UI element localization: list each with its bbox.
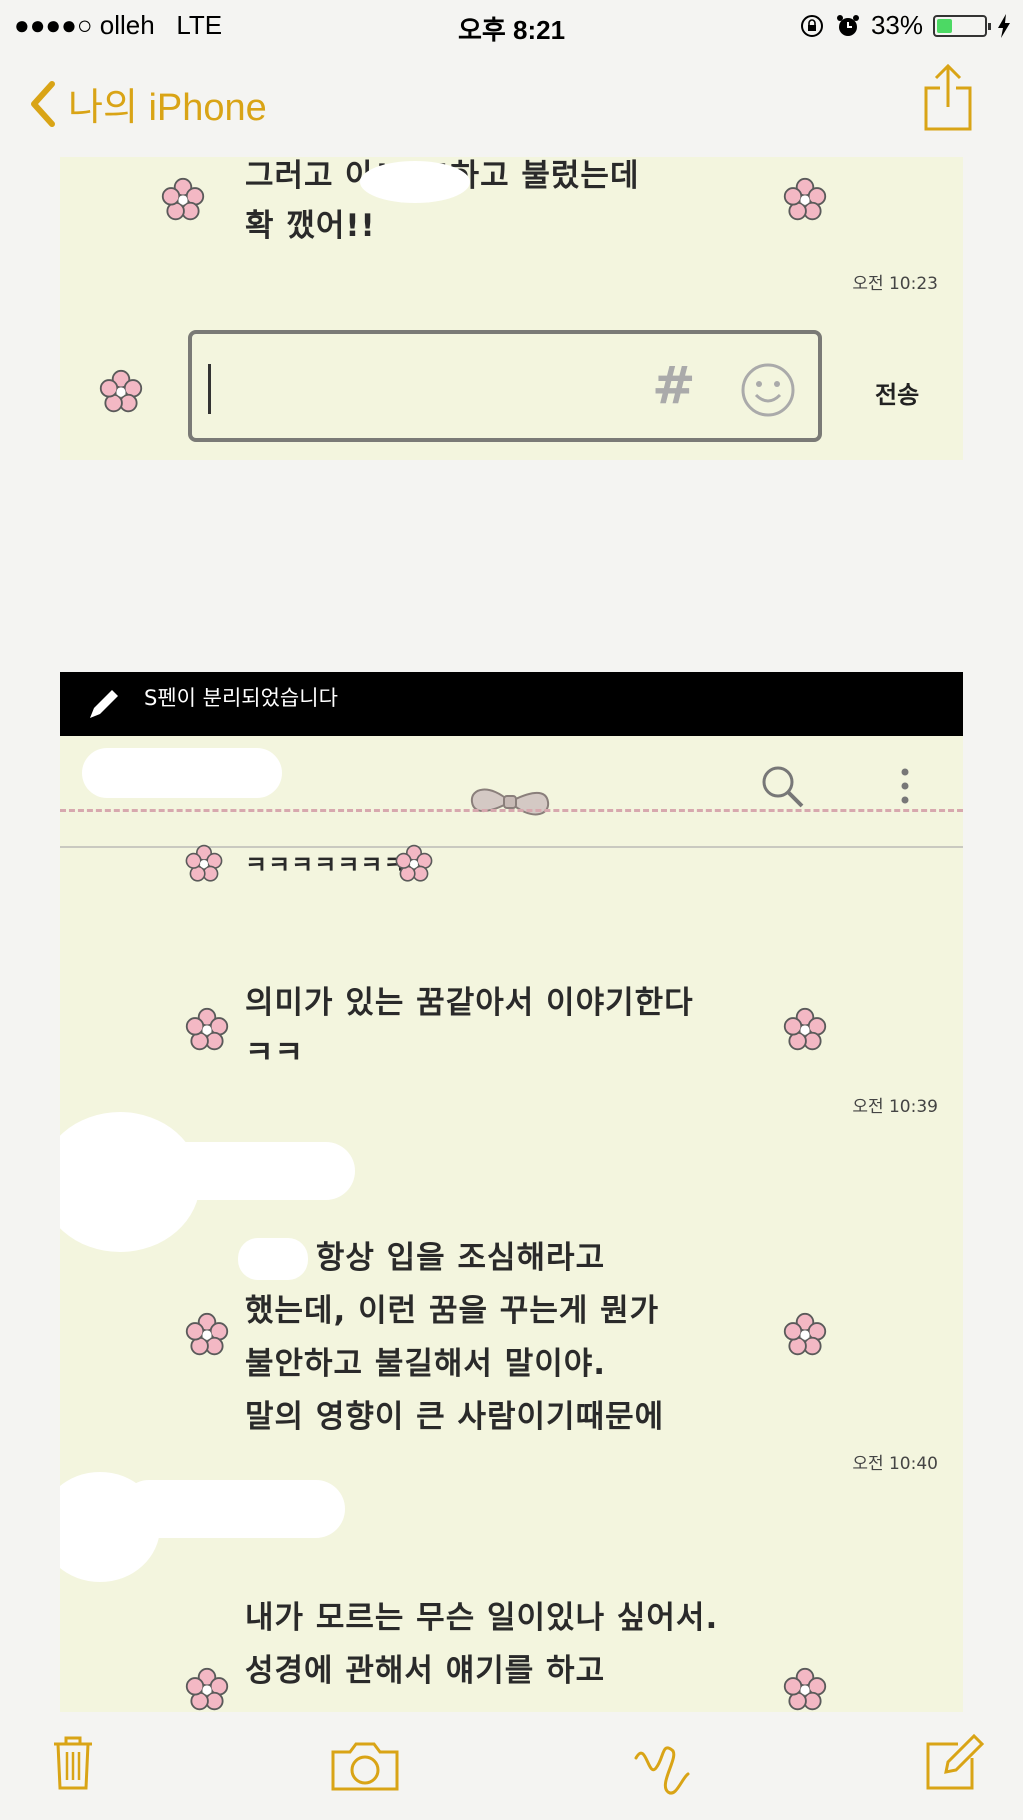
spen-notice-bar: S펜이 분리되었습니다 — [60, 672, 963, 736]
message-line: ㅋㅋㅋㅋㅋㅋㅋ — [245, 851, 407, 879]
camera-icon — [331, 1742, 399, 1791]
flower-icon — [185, 1312, 229, 1356]
trash-icon — [54, 1736, 92, 1790]
chevron-left-icon — [31, 80, 55, 127]
message-bubble: 의미가 있는 꿈같아서 이야기한다 ㅋㅋ — [245, 978, 694, 1078]
flower-icon — [783, 1312, 827, 1356]
rotation-lock-icon — [800, 14, 823, 37]
message-line: ㅋㅋ — [245, 1035, 305, 1071]
message-line: 내가 모르는 무슨 일이있나 싶어서. — [245, 1600, 719, 1636]
flower-icon — [783, 177, 827, 221]
back-label: 나의 iPhone — [68, 87, 267, 129]
sketch-button[interactable] — [632, 1738, 692, 1802]
flower-icon — [185, 1667, 229, 1711]
redaction-mark — [140, 1142, 355, 1200]
alarm-icon — [836, 14, 859, 36]
pencil-icon — [90, 690, 118, 718]
spen-notice-text: S펜이 분리되었습니다 — [144, 686, 338, 710]
flower-icon — [185, 844, 223, 882]
message-time: 오전 10:23 — [852, 274, 938, 294]
compose-icon — [926, 1733, 985, 1790]
charging-icon — [998, 13, 1010, 38]
attached-screenshot-2: S펜이 분리되었습니다 ㅋㅋㅋㅋㅋㅋㅋ 의미가 있는 꿈같아서 이야기한다 ㅋㅋ… — [60, 672, 963, 1712]
status-bar: ●●●●○ olleh LTE 오후 8:21 33% — [0, 0, 1023, 52]
compose-button[interactable] — [924, 1732, 985, 1796]
bottom-toolbar — [0, 1712, 1023, 1820]
flower-icon — [783, 1007, 827, 1051]
message-line: 의미가 있는 꿈같아서 이야기한다 — [245, 985, 694, 1021]
back-button[interactable]: 나의 iPhone — [30, 76, 267, 131]
chat-header — [60, 736, 963, 836]
message-line: 말의 영향이 큰 사람이기때문에 — [245, 1399, 665, 1435]
share-button[interactable] — [923, 62, 973, 136]
nav-bar: 나의 iPhone — [0, 52, 1023, 152]
message-time: 오전 10:40 — [852, 1454, 938, 1474]
redaction-mark — [360, 161, 470, 203]
redaction-mark — [120, 1480, 345, 1538]
camera-button[interactable] — [330, 1740, 400, 1796]
redaction-mark — [238, 1238, 308, 1280]
smiley-icon[interactable] — [740, 362, 796, 418]
more-options-icon[interactable] — [898, 766, 912, 810]
attached-screenshot-1: 그러고 아!!!!!하고 불렀는데 확 깼어!! 오전 10:23 # 전송 — [60, 157, 963, 460]
message-bubble: 내가 모르는 무슨 일이있나 싶어서. 성경에 관해서 얘기를 하고 — [245, 1592, 718, 1698]
message-time: 오전 10:39 — [852, 1097, 938, 1117]
text-cursor — [208, 364, 211, 414]
status-right: 33% — [799, 10, 1011, 41]
delete-button[interactable] — [52, 1734, 94, 1796]
redaction-mark — [82, 748, 282, 798]
message-line: 확 깼어!! — [245, 208, 376, 244]
ribbon-icon — [470, 788, 550, 816]
message-bubble: 이는 항상 입을 조심해라고 했는데, 이런 꿈을 꾸는게 뭔가 불안하고 불길… — [245, 1232, 664, 1444]
flower-icon — [99, 369, 143, 413]
message-input[interactable]: # — [188, 330, 822, 442]
search-icon[interactable] — [760, 764, 806, 810]
message-line: 불안하고 불길해서 말이야. — [245, 1346, 607, 1382]
flower-icon — [185, 1007, 229, 1051]
send-button[interactable]: 전송 — [875, 375, 919, 410]
flower-icon — [161, 177, 205, 221]
battery-icon — [933, 14, 991, 37]
message-line: 했는데, 이런 꿈을 꾸는게 뭔가 — [245, 1293, 660, 1329]
battery-percent: 33% — [870, 10, 923, 40]
sketch-icon — [634, 1746, 690, 1795]
flower-icon — [783, 1667, 827, 1711]
flower-icon — [395, 844, 433, 882]
hash-icon[interactable]: # — [652, 356, 696, 416]
share-icon — [924, 63, 972, 131]
message-bubble: ㅋㅋㅋㅋㅋㅋㅋ — [245, 840, 407, 890]
dashed-divider — [60, 809, 963, 812]
message-line: 성경에 관해서 얘기를 하고 — [245, 1653, 606, 1689]
